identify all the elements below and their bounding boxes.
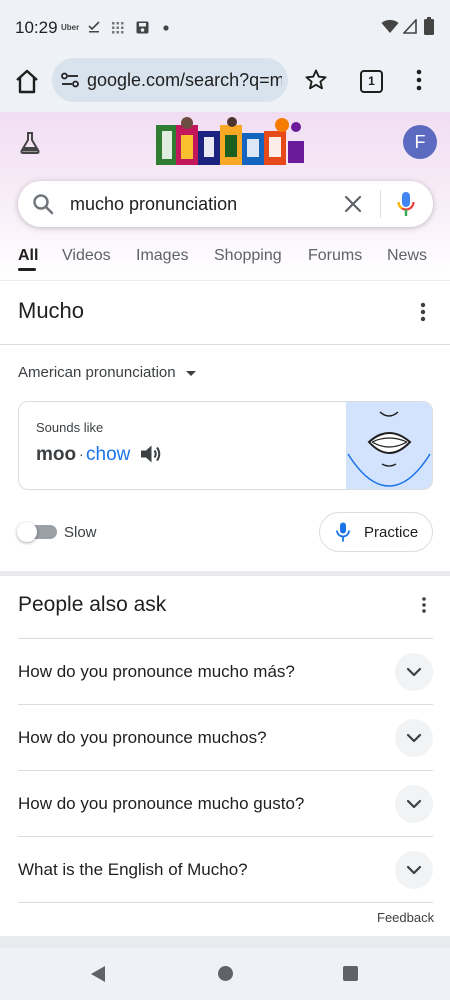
practice-button[interactable]: Practice <box>319 512 433 552</box>
account-avatar[interactable]: F <box>403 125 437 159</box>
search-icon <box>33 194 54 215</box>
back-icon[interactable] <box>90 965 106 983</box>
question-text[interactable]: How do you pronounce muchos? <box>18 728 267 748</box>
divider <box>0 344 450 345</box>
chevron-down-icon <box>406 865 422 875</box>
notification-dot-icon <box>163 25 169 31</box>
chevron-down-icon <box>406 667 422 677</box>
mouth-shape-icon <box>347 411 431 487</box>
syllable-separator: · <box>79 446 84 462</box>
grid-notification-icon <box>112 22 124 34</box>
voice-search-mic-icon[interactable] <box>396 191 416 217</box>
more-options-icon[interactable] <box>415 68 423 92</box>
clear-search-icon[interactable] <box>343 194 363 214</box>
tab-news[interactable]: News <box>387 247 427 265</box>
home-nav-icon[interactable] <box>218 966 233 981</box>
wifi-icon <box>381 19 399 33</box>
sounds-like-label: Sounds like <box>36 420 104 435</box>
recents-icon[interactable] <box>343 966 358 981</box>
question-row[interactable]: How do you pronounce mucho gusto? <box>18 770 433 837</box>
google-doodle-logo[interactable] <box>154 117 306 169</box>
cellular-signal-icon <box>403 19 417 34</box>
section-separator <box>0 571 450 576</box>
battery-icon <box>424 17 434 35</box>
tab-forums[interactable]: Forums <box>308 247 362 265</box>
slow-label: Slow <box>64 524 97 541</box>
active-tab-indicator <box>18 268 36 271</box>
status-time: 10:29 <box>15 18 58 37</box>
bookmark-star-icon[interactable] <box>304 68 328 92</box>
chevron-down-icon[interactable] <box>186 371 196 376</box>
sounds-like-card: Sounds like moo · chow <box>18 401 433 490</box>
download-done-icon <box>88 21 100 33</box>
feedback-link[interactable]: Feedback <box>377 910 434 925</box>
expand-button[interactable] <box>395 851 433 889</box>
people-also-ask-title: People also ask <box>18 593 167 616</box>
address-bar[interactable]: google.com/search?q=mucho+pronunciation <box>52 58 288 102</box>
site-info-icon[interactable] <box>61 71 79 89</box>
tab-switcher-button[interactable]: 1 <box>360 70 383 93</box>
labs-flask-icon[interactable] <box>18 131 42 155</box>
chevron-down-icon <box>406 733 422 743</box>
syllable-link[interactable]: chow <box>86 444 130 466</box>
search-divider <box>380 190 381 218</box>
search-input[interactable]: mucho pronunciation <box>70 194 237 215</box>
question-row[interactable]: What is the English of Mucho? <box>18 836 433 903</box>
card-more-options-icon[interactable] <box>419 302 427 322</box>
question-text[interactable]: How do you pronounce mucho gusto? <box>18 794 304 814</box>
accent-dropdown[interactable]: American pronunciation <box>18 364 176 381</box>
paa-more-options-icon[interactable] <box>421 597 427 613</box>
tab-videos[interactable]: Videos <box>62 247 111 265</box>
toggle-knob[interactable] <box>17 522 37 542</box>
expand-button[interactable] <box>395 719 433 757</box>
uber-notification-icon: Uber <box>61 23 80 32</box>
divider <box>18 902 433 903</box>
question-text[interactable]: What is the English of Mucho? <box>18 860 248 880</box>
speaker-audio-icon[interactable] <box>140 444 162 464</box>
search-box[interactable]: mucho pronunciation <box>18 181 433 227</box>
home-icon[interactable] <box>12 67 42 97</box>
expand-button[interactable] <box>395 653 433 691</box>
tab-shopping[interactable]: Shopping <box>214 247 282 265</box>
question-text[interactable]: How do you pronounce mucho más? <box>18 662 295 682</box>
tab-images[interactable]: Images <box>136 247 188 265</box>
mouth-illustration <box>346 402 432 489</box>
question-row[interactable]: How do you pronounce mucho más? <box>18 638 433 705</box>
chevron-down-icon <box>406 799 422 809</box>
syllable-stressed: moo <box>36 444 77 465</box>
url-text[interactable]: google.com/search?q=mucho+pronunciation <box>87 70 282 91</box>
question-row[interactable]: How do you pronounce muchos? <box>18 704 433 771</box>
slow-toggle[interactable] <box>17 522 57 542</box>
pronunciation-title: Mucho <box>18 298 85 323</box>
expand-button[interactable] <box>395 785 433 823</box>
tab-all[interactable]: All <box>18 247 38 265</box>
mic-icon <box>336 522 350 542</box>
practice-label[interactable]: Practice <box>364 524 418 541</box>
save-notification-icon <box>136 21 149 34</box>
section-separator <box>0 936 450 948</box>
